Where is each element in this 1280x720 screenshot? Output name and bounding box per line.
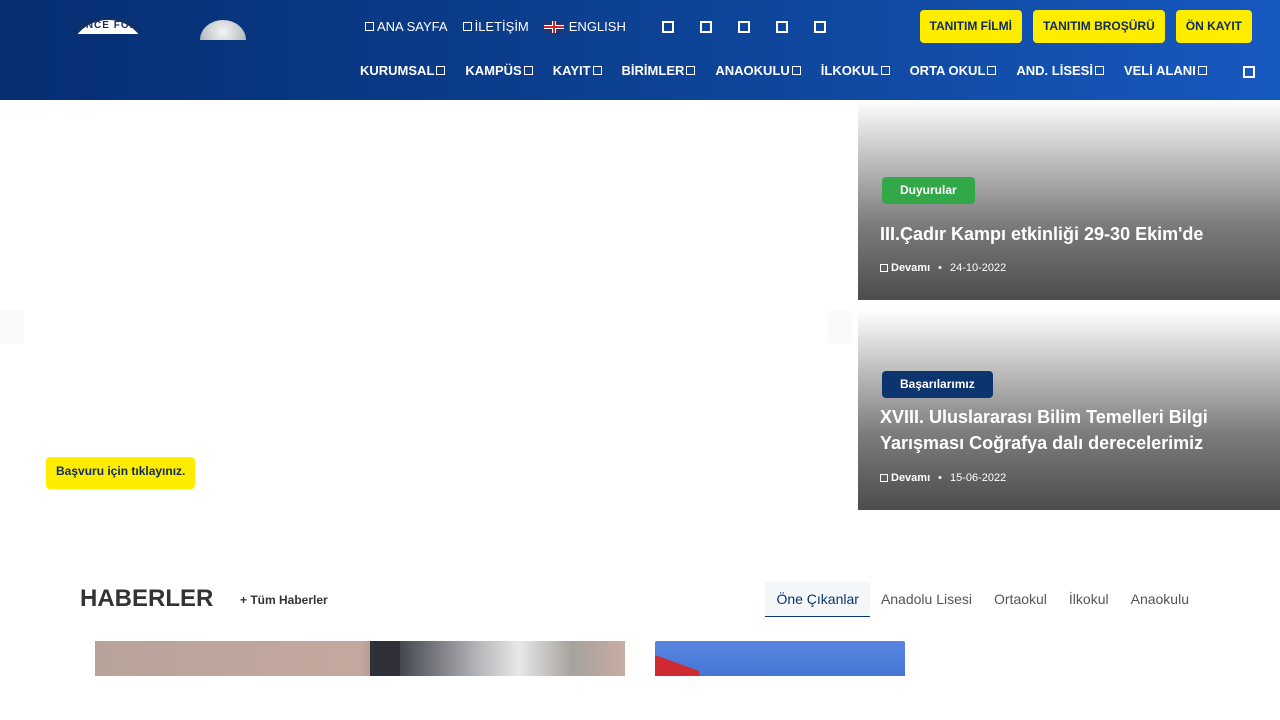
home-icon [365,22,374,31]
arrow-icon [880,474,888,482]
promo-brochure-button[interactable]: TANITIM BROŞÜRÜ [1032,10,1165,43]
card-title[interactable]: III.Çadır Kampı etkinliği 29-30 Ekim'de [880,221,1240,247]
chevron-down-icon [880,66,890,75]
facebook-icon[interactable] [662,21,674,33]
chevron-down-icon [592,66,602,75]
tab-ilkokul[interactable]: İlkokul [1058,582,1120,617]
nav-item-birimler[interactable]: BİRİMLER [622,63,696,78]
news-section-header: HABERLER + Tüm Haberler Öne Çıkanlar Ana… [80,582,1200,617]
read-more-link[interactable]: Devamı [891,472,930,484]
top-links: ANA SAYFA İLETİŞİM ENGLISH [365,19,626,34]
chevron-down-icon [987,66,997,75]
chevron-down-icon [791,66,801,75]
nav-label: ANAOKULU [715,63,790,78]
slider-prev-arrow[interactable] [0,310,24,344]
eagle-emblem-icon [200,20,246,40]
chevron-down-icon [686,66,696,75]
nav-item-orta-okul[interactable]: ORTA OKUL [910,63,997,78]
featured-news-card[interactable]: Duyurular III.Çadır Kampı etkinliği 29-3… [858,100,1280,300]
tab-anadolu-lisesi[interactable]: Anadolu Lisesi [870,582,983,617]
main-nav: KURUMSAL KAMPÜS KAYIT BİRİMLER ANAOKULU … [360,63,1227,78]
promo-film-button[interactable]: TANITIM FİLMİ [919,10,1022,43]
nav-item-kampus[interactable]: KAMPÜS [465,63,533,78]
chevron-down-icon [436,66,446,75]
slider-next-arrow[interactable] [828,310,852,344]
chevron-down-icon [1094,66,1104,75]
tab-anaokulu[interactable]: Anaokulu [1120,582,1200,617]
english-link[interactable]: ENGLISH [543,19,626,34]
hero-slider[interactable]: Başvuru için tıklayınız. [0,100,858,510]
card-title[interactable]: XVIII. Uluslararası Bilim Temelleri Bilg… [880,404,1240,456]
nav-item-ilkokul[interactable]: İLKOKUL [821,63,890,78]
apply-button[interactable]: Başvuru için tıklayınız. [46,457,196,489]
read-more-link[interactable]: Devamı [891,262,930,274]
nav-item-and-lisesi[interactable]: AND. LİSESİ [1016,63,1104,78]
category-badge[interactable]: Duyurular [882,177,975,204]
nav-label: ORTA OKUL [909,63,986,78]
uk-flag-icon [543,20,564,33]
nav-label: BİRİMLER [621,63,685,78]
card-meta: Devamı • 15-06-2022 [880,472,1006,484]
social-links [662,21,826,33]
home-link-label: ANA SAYFA [377,19,448,34]
meta-separator: • [938,472,942,484]
all-news-link[interactable]: + Tüm Haberler [240,593,328,607]
pre-registration-button[interactable]: ÖN KAYIT [1175,10,1252,43]
tab-featured[interactable]: Öne Çıkanlar [765,582,870,617]
nav-label: VELİ ALANI [1123,63,1196,78]
linkedin-icon[interactable] [814,21,826,33]
nav-label: İLKOKUL [820,63,879,78]
news-tabs: Öne Çıkanlar Anadolu Lisesi Ortaokul İlk… [765,582,1200,617]
nav-item-veli-alani[interactable]: VELİ ALANI [1124,63,1207,78]
home-link[interactable]: ANA SAYFA [365,19,448,34]
logo-text: ENCE FOR [78,20,138,31]
nav-label: KAMPÜS [465,63,522,78]
news-thumbnail[interactable] [655,641,905,676]
arrow-icon [880,264,888,272]
school-logo[interactable]: ENCE FOR [66,18,150,34]
eagle-logo[interactable] [198,18,248,40]
chevron-down-icon [523,66,533,75]
search-icon[interactable] [1243,66,1255,78]
tab-ortaokul[interactable]: Ortaokul [983,582,1058,617]
nav-item-kayit[interactable]: KAYIT [553,63,602,78]
contact-link-label: İLETİŞİM [474,19,529,34]
card-meta: Devamı • 24-10-2022 [880,262,1006,274]
cta-buttons: TANITIM FİLMİ TANITIM BROŞÜRÜ ÖN KAYIT [919,10,1252,43]
contact-link[interactable]: İLETİŞİM [462,19,529,34]
youtube-icon[interactable] [776,21,788,33]
news-section-title: HABERLER [80,585,214,612]
card-date: 15-06-2022 [950,472,1007,484]
nav-item-anaokulu[interactable]: ANAOKULU [715,63,801,78]
category-badge[interactable]: Başarılarımız [882,371,993,398]
instagram-icon[interactable] [738,21,750,33]
meta-separator: • [938,262,942,274]
news-thumbnail[interactable] [95,641,625,676]
nav-label: KAYIT [552,63,591,78]
nav-label: AND. LİSESİ [1016,63,1093,78]
featured-news-card[interactable]: Başarılarımız XVIII. Uluslararası Bilim … [858,310,1280,510]
chevron-down-icon [1197,66,1207,75]
english-link-label: ENGLISH [568,19,626,34]
card-date: 24-10-2022 [950,262,1007,274]
site-header: ENCE FOR ANA SAYFA İLETİŞİM ENGLISH TANI… [0,0,1280,100]
nav-item-kurumsal[interactable]: KURUMSAL [360,63,446,78]
nav-label: KURUMSAL [360,63,435,78]
contact-icon [462,22,472,31]
twitter-icon[interactable] [700,21,712,33]
